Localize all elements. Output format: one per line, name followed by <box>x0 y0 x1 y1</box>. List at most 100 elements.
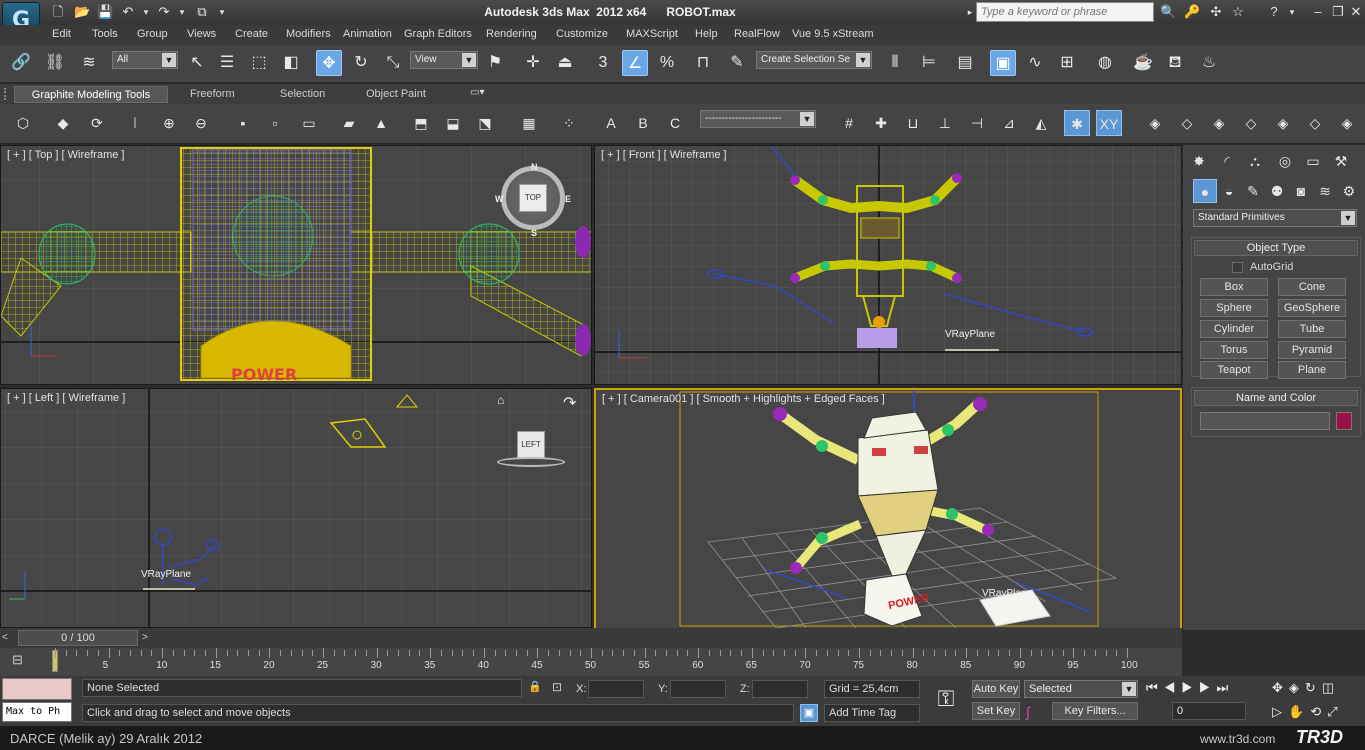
quickslice-icon[interactable]: ⊣ <box>964 110 990 136</box>
menu-help[interactable]: Help <box>695 28 718 40</box>
tab-object-paint[interactable]: Object Paint <box>356 86 436 103</box>
render-production-icon[interactable]: ♨ <box>1196 50 1222 76</box>
tab-selection[interactable]: Selection <box>270 86 335 103</box>
subobject-vertex-icon[interactable]: ▪ <box>230 110 256 136</box>
keyboard-shortcut-override-icon[interactable]: ⏏ <box>552 50 578 76</box>
geometry-category-icon[interactable]: ● <box>1193 179 1217 203</box>
subscription-icon[interactable]: 🔑 <box>1184 4 1200 20</box>
paint-deform-icon[interactable]: ◭ <box>1028 110 1054 136</box>
spinner-snap-icon[interactable]: ⊓ <box>690 50 716 76</box>
view-cube-b-icon[interactable]: ◇ <box>1174 110 1200 136</box>
snaps-toggle-icon[interactable]: 3 <box>590 50 616 76</box>
selection-lock-icon[interactable]: 🔒 <box>528 680 542 696</box>
viewport-front[interactable]: [ + ] [ Front ] [ Wireframe ] VRayPlane <box>594 145 1182 385</box>
layer-manager-icon[interactable]: ▤ <box>952 50 978 76</box>
constraint-edge-icon[interactable]: ✚ <box>868 110 894 136</box>
rotate-view-icon[interactable]: ↷ <box>563 393 583 413</box>
go-to-end-icon[interactable]: ⏭ <box>1217 680 1235 695</box>
open-file-icon[interactable]: 📂 <box>74 4 90 20</box>
select-and-rotate-icon[interactable]: ↻ <box>348 50 374 76</box>
maxscript-input[interactable]: Max to Ph <box>2 702 72 722</box>
motion-tab-icon[interactable]: ◎ <box>1273 149 1297 173</box>
absolute-mode-icon[interactable]: ⊡ <box>552 680 568 696</box>
subobject-edge-icon[interactable]: ▫ <box>262 110 288 136</box>
menu-animation[interactable]: Animation <box>343 28 392 40</box>
view-cube-e-icon[interactable]: ◈ <box>1270 110 1296 136</box>
menu-modifiers[interactable]: Modifiers <box>286 28 331 40</box>
constraint-none-icon[interactable]: # <box>836 110 862 136</box>
field-of-view-icon[interactable]: ▷ <box>1272 704 1288 719</box>
set-keys-key-icon[interactable]: ⚿ <box>926 686 966 716</box>
swift-loop-icon[interactable]: ▦ <box>516 110 542 136</box>
schematic-view-icon[interactable]: ⊞ <box>1054 50 1080 76</box>
view-cube-d-icon[interactable]: ◇ <box>1238 110 1264 136</box>
bin-grow-icon[interactable]: ⬓ <box>440 110 466 136</box>
time-prev-icon[interactable]: < <box>2 630 16 646</box>
autogrid-checkbox[interactable] <box>1232 262 1243 273</box>
reference-coordinate-dropdown[interactable]: View ▼ <box>410 51 478 69</box>
ribbon-preset-dropdown[interactable]: ----------------------- ▼ <box>700 110 816 128</box>
polygon-modeling-icon[interactable]: ⬡ <box>10 110 36 136</box>
modify-tab-icon[interactable]: ◜ <box>1215 149 1239 173</box>
key-mode-dropdown[interactable]: Selected ▼ <box>1024 680 1138 698</box>
material-editor-icon[interactable]: ◍ <box>1092 50 1118 76</box>
play-icon[interactable]: ▶ <box>1181 680 1199 695</box>
ring-icon[interactable]: ⦚ <box>122 110 148 136</box>
maximize-toggle-icon[interactable]: ⤢ <box>1327 704 1343 719</box>
tab-freeform[interactable]: Freeform <box>180 86 245 103</box>
window-crossing-icon[interactable]: ◧ <box>278 50 304 76</box>
bin-shrink-icon[interactable]: ⬔ <box>472 110 498 136</box>
menu-maxscript[interactable]: MAXScript <box>626 28 678 40</box>
time-next-icon[interactable]: > <box>142 630 156 646</box>
menu-rendering[interactable]: Rendering <box>486 28 537 40</box>
shrink-icon[interactable]: ⊖ <box>188 110 214 136</box>
select-and-scale-icon[interactable]: ⤡ <box>380 50 406 76</box>
rectangular-selection-icon[interactable]: ⬚ <box>246 50 272 76</box>
mirror-icon[interactable]: ⫴ <box>882 50 908 76</box>
previous-frame-icon[interactable]: ◀ <box>1164 680 1182 695</box>
viewcube-face[interactable]: TOP <box>519 184 547 212</box>
select-object-icon[interactable]: ↖ <box>184 50 210 76</box>
pivot-center-icon[interactable]: ⚑ <box>482 50 508 76</box>
cylinder-button[interactable]: Cylinder <box>1200 320 1268 338</box>
selection-filter-dropdown[interactable]: All ▼ <box>112 51 178 69</box>
select-and-link-icon[interactable]: 🔗 <box>8 50 34 76</box>
angle-snap-icon[interactable]: ∠ <box>622 50 648 76</box>
help-dropdown-icon[interactable]: ▾ <box>1284 4 1300 20</box>
maxscript-listener-pink[interactable] <box>2 678 72 700</box>
menu-realflow[interactable]: RealFlow <box>734 28 780 40</box>
rendered-frame-window-icon[interactable]: ⛾ <box>1162 50 1188 76</box>
viewcube-ring[interactable] <box>497 457 565 467</box>
menu-views[interactable]: Views <box>187 28 216 40</box>
align-icon[interactable]: ⊨ <box>916 50 942 76</box>
lights-category-icon[interactable]: ✎ <box>1241 179 1265 203</box>
zoom-all-icon[interactable]: ◈ <box>1289 680 1305 695</box>
box-button[interactable]: Box <box>1200 278 1268 296</box>
named-selection-dropdown[interactable]: Create Selection Se ▼ <box>756 51 872 69</box>
grow-icon[interactable]: ⊕ <box>156 110 182 136</box>
primitive-type-dropdown[interactable]: Standard Primitives ▼ <box>1193 209 1357 227</box>
viewport-left[interactable]: [ + ] [ Left ] [ Wireframe ] VRayPlane ⌂… <box>0 388 592 628</box>
quick-access-dropdown-icon[interactable]: ▾ <box>214 4 230 20</box>
pyramid-button[interactable]: Pyramid <box>1278 341 1346 359</box>
pan-hand-icon[interactable]: ✋ <box>1288 704 1310 719</box>
z-coordinate-field[interactable] <box>752 680 808 698</box>
subobject-border-icon[interactable]: ▭ <box>296 110 322 136</box>
select-manipulate-icon[interactable]: ✛ <box>520 50 546 76</box>
object-color-swatch[interactable] <box>1336 412 1352 430</box>
help-icon[interactable]: ? <box>1266 4 1282 20</box>
graphite-toggle-icon[interactable]: ▣ <box>990 50 1016 76</box>
search-icon[interactable]: 🔍 <box>1160 4 1176 20</box>
ribbon-options-icon[interactable]: ▭▾ <box>470 87 498 101</box>
constraint-normal-icon[interactable]: ⊥ <box>932 110 958 136</box>
viewcube-compass[interactable]: TOP <box>501 166 565 230</box>
home-icon[interactable]: ⌂ <box>497 393 511 407</box>
close-icon[interactable]: ✕ <box>1348 4 1364 20</box>
tab-graphite-modeling-tools[interactable]: Graphite Modeling Tools <box>14 86 168 103</box>
time-slider-thumb[interactable]: 0 / 100 <box>18 630 138 646</box>
object-type-rollout-header[interactable]: Object Type <box>1194 240 1358 256</box>
viewport-camera[interactable]: [ + ] [ Camera001 ] [ Smooth + Highlight… <box>594 388 1182 630</box>
menu-graph-editors[interactable]: Graph Editors <box>404 28 472 40</box>
viewcube-face[interactable]: LEFT <box>517 431 545 459</box>
preset-b-icon[interactable]: B <box>630 110 656 136</box>
